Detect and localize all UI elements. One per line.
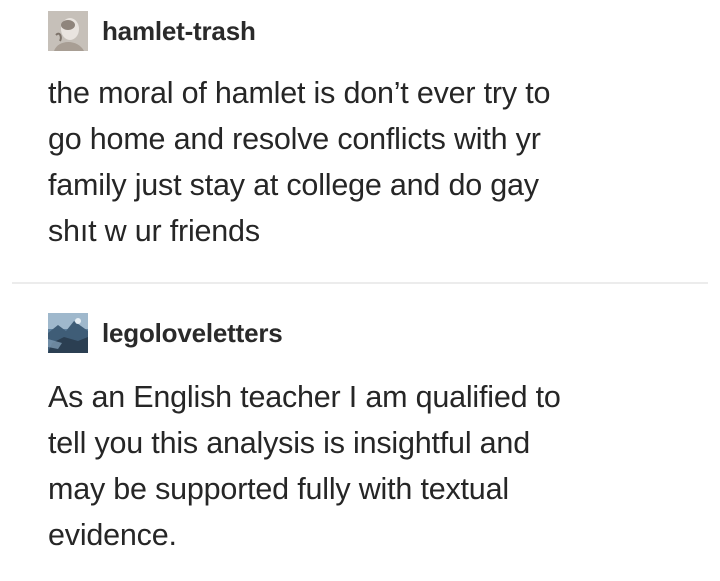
post-body-line: may be supported fully with textual [48, 472, 509, 506]
user-avatar-photo-icon[interactable] [48, 11, 88, 51]
post-body-line: evidence. [48, 518, 177, 552]
post-body-line: shıt w ur friends [48, 214, 260, 248]
username[interactable]: legoloveletters [102, 318, 283, 349]
post-body: As an English teacher I am qualified to … [48, 374, 688, 558]
post-legoloveletters: legoloveletters As an English teacher I … [48, 310, 688, 558]
username[interactable]: hamlet-trash [102, 16, 256, 47]
post-hamlet-trash: hamlet-trash the moral of hamlet is don’… [48, 8, 688, 254]
post-header: hamlet-trash [48, 8, 688, 54]
post-body: the moral of hamlet is don’t ever try to… [48, 70, 688, 254]
post-body-line: family just stay at college and do gay [48, 168, 539, 202]
post-body-line: the moral of hamlet is don’t ever try to [48, 76, 551, 110]
post-header: legoloveletters [48, 310, 688, 356]
post-body-line: As an English teacher I am qualified to [48, 380, 561, 414]
post-body-line: tell you this analysis is insightful and [48, 426, 530, 460]
post-divider [12, 282, 708, 284]
user-avatar-image-icon[interactable] [48, 313, 88, 353]
tumblr-thread: hamlet-trash the moral of hamlet is don’… [0, 0, 720, 581]
post-body-line: go home and resolve conflicts with yr [48, 122, 541, 156]
